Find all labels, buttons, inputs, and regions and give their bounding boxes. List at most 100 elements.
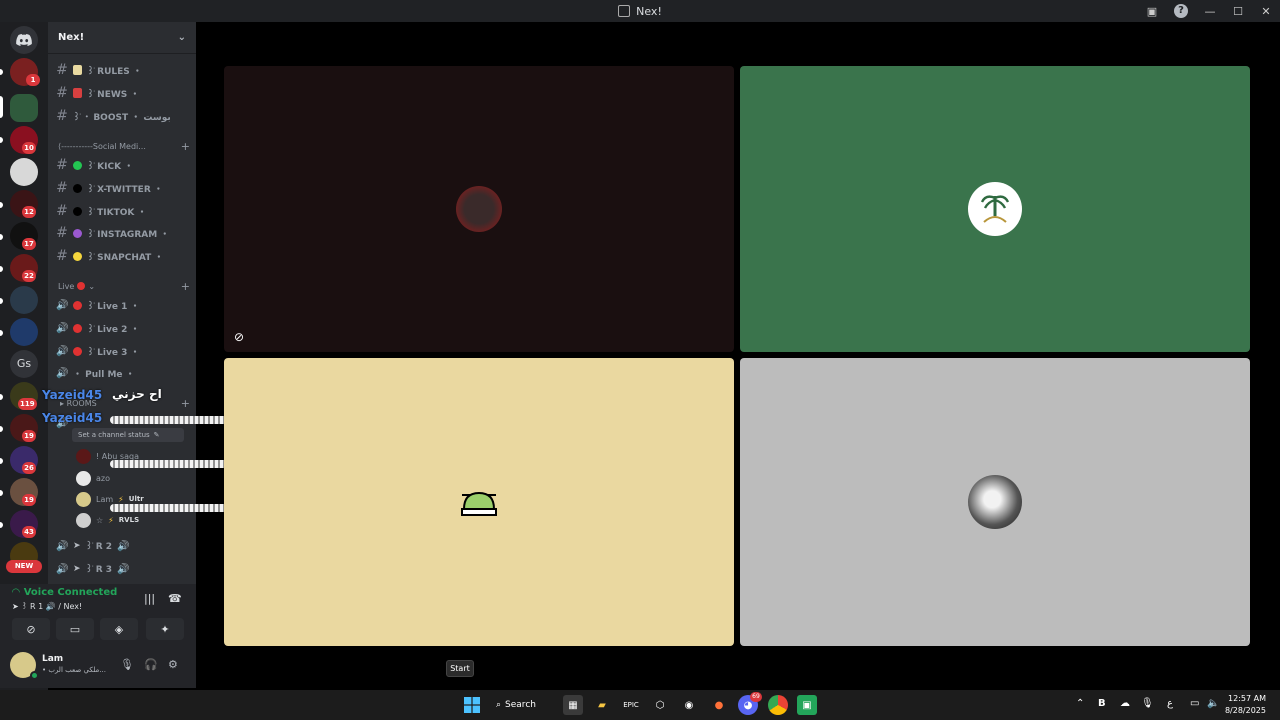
steam-icon[interactable]: ◉ (679, 695, 699, 715)
activity-button[interactable]: ◈ (100, 618, 138, 640)
chevron-up-icon[interactable]: ⌃ (1076, 698, 1084, 709)
app-icon (618, 5, 631, 17)
voice-channel-pull-me[interactable]: 🔊 ・ Pull Me ・ (56, 363, 190, 383)
server-name: Nex! (58, 32, 85, 43)
network-app-icon[interactable]: ☁ (1120, 698, 1130, 709)
username[interactable]: Lam (42, 654, 63, 664)
taskbar-search[interactable]: ⌕ Search (496, 695, 550, 715)
firefox-icon[interactable]: ● (709, 695, 729, 715)
headphones-icon[interactable]: 🎧 (144, 658, 158, 671)
server-icon[interactable] (10, 158, 38, 186)
chrome-icon[interactable] (768, 695, 788, 715)
video-tile[interactable] (740, 66, 1250, 352)
avatar (76, 491, 91, 507)
inbox-icon[interactable]: ▣ (1138, 5, 1166, 18)
channel-status-input[interactable]: Set a channel status ✎ (72, 428, 184, 442)
mention-badge: 19 (22, 430, 36, 442)
voice-member[interactable]: ☆ ⚡ RVLS (76, 510, 190, 530)
channel-label: ・ Pull Me ・ (73, 369, 135, 380)
noise-suppression-icon[interactable]: ||| (144, 592, 155, 605)
unread-pill (0, 69, 3, 75)
speaker-icon: 🔊 (56, 540, 69, 552)
red-circle-icon (77, 282, 86, 290)
bold-app-icon[interactable]: B (1098, 698, 1106, 709)
app-icon-green[interactable]: ▣ (797, 695, 817, 715)
channel-news[interactable]: # ׁ꒱ NEWS ・ (56, 83, 190, 103)
video-tile[interactable] (224, 358, 734, 646)
windows-start-icon[interactable] (462, 695, 482, 715)
screen-share-button[interactable]: ▭ (56, 618, 94, 640)
epic-games-icon[interactable]: EPIC (621, 695, 641, 715)
channel-tiktok[interactable]: # ׁ꒱ TIKTOK ・ (56, 201, 190, 221)
store-icon[interactable]: ▦ (563, 695, 583, 715)
voice-channel-live-1[interactable]: 🔊 ׁ꒱ Live 1 ・ (56, 295, 190, 315)
help-icon[interactable]: ? (1174, 4, 1188, 18)
red-circle-icon (73, 300, 82, 310)
category-live[interactable]: Live ⌄ + (58, 278, 190, 294)
unread-pill (0, 522, 3, 528)
microphone-icon[interactable]: 🎙 (120, 658, 134, 671)
server-icon-nex[interactable] (10, 94, 38, 122)
voice-channel-r2[interactable]: 🔊 ➤ ׁ꒱ R 2 🔊 (56, 536, 190, 556)
voice-channel-live-2[interactable]: 🔊 ׁ꒱ Live 2 ・ (56, 318, 190, 338)
server-icon-gs[interactable]: Gs (10, 350, 38, 378)
channel-kick[interactable]: # ׁ꒱ KICK ・ (56, 155, 190, 175)
voice-channel-path[interactable]: ➤ ׁ꒱ R 1 🔊 / Nex! (12, 600, 82, 611)
speaker-icon: 🔊 (56, 367, 69, 379)
channel-rules[interactable]: # ׁ꒱ RULES ・ (56, 60, 190, 80)
add-channel-icon[interactable]: + (181, 397, 190, 410)
discord-home-icon[interactable] (10, 26, 38, 54)
voice-status[interactable]: ◠ Voice Connected (12, 587, 117, 598)
add-channel-icon[interactable]: + (181, 280, 190, 293)
soundboard-button[interactable]: ✦ (146, 618, 184, 640)
video-tile[interactable] (740, 358, 1250, 646)
camera-off-button[interactable]: ⊘ (12, 618, 50, 640)
monitor-icon[interactable]: ▭ (1190, 698, 1199, 709)
server-header[interactable]: Nex! ⌄ (48, 22, 196, 54)
member-name: Lam (96, 494, 114, 504)
minimize-icon[interactable]: — (1196, 5, 1224, 18)
app-cube-icon[interactable]: ⬡ (650, 695, 670, 715)
microphone-tray-icon[interactable]: 🎙 (1141, 698, 1154, 709)
title-bar: Nex! ▣ ? — ☐ ✕ (0, 0, 1280, 22)
language-indicator[interactable]: ع (1167, 698, 1173, 709)
channel-label: ׁ꒱ INSTAGRAM ・ (87, 229, 170, 240)
selected-pill (0, 96, 3, 118)
disconnect-icon[interactable]: ☎ (168, 592, 182, 605)
lightning-icon: ⚡ (118, 494, 124, 504)
file-explorer-icon[interactable]: ▰ (592, 695, 612, 715)
overlay-arabic-text: اح حزني (112, 387, 162, 401)
taskbar-clock[interactable]: 12:57 AM 8/28/2025 (1225, 693, 1266, 717)
category-label: ⟨-----------Social Medi... (58, 141, 146, 151)
member-name: ☆ (96, 515, 104, 525)
unread-pill (0, 490, 3, 496)
channel-x-twitter[interactable]: # ׁ꒱ X-TWITTER ・ (56, 178, 190, 198)
channel-boost[interactable]: # ׁ꒱ ・ BOOST ・ بوست (56, 106, 190, 126)
video-tile[interactable]: ⊘ (224, 66, 734, 352)
hash-icon: # (56, 180, 68, 196)
channel-snapchat[interactable]: # ׁ꒱ SNAPCHAT ・ (56, 246, 190, 266)
chevron-down-icon: ⌄ (177, 32, 186, 43)
unread-pill (0, 202, 3, 208)
speaker-icon: 🔊 (56, 299, 69, 311)
voice-channel-r3[interactable]: 🔊 ➤ ׁ꒱ R 3 🔊 (56, 559, 190, 579)
unread-pill (0, 426, 3, 432)
close-icon[interactable]: ✕ (1252, 5, 1280, 18)
maximize-icon[interactable]: ☐ (1224, 5, 1252, 18)
signal-icon: ◠ (12, 587, 20, 598)
category-social-media[interactable]: ⟨-----------Social Medi... + (58, 138, 190, 154)
unread-pill (0, 298, 3, 304)
arrow-icon: ➤ (73, 541, 81, 551)
voice-channel-live-3[interactable]: 🔊 ׁ꒱ Live 3 ・ (56, 341, 190, 361)
camera-off-icon: ⊘ (234, 330, 245, 344)
voice-member[interactable]: azo (76, 468, 190, 488)
add-channel-icon[interactable]: + (181, 140, 190, 153)
gear-icon[interactable]: ⚙ (168, 658, 178, 671)
clock-time: 12:57 AM (1228, 694, 1266, 703)
server-icon[interactable] (10, 286, 38, 314)
server-icon[interactable] (10, 318, 38, 346)
unread-pill (0, 137, 3, 143)
discord-notification-badge: 69 (750, 692, 762, 702)
channel-instagram[interactable]: # ׁ꒱ INSTAGRAM ・ (56, 223, 190, 243)
volume-icon[interactable]: 🔈 (1207, 698, 1219, 709)
